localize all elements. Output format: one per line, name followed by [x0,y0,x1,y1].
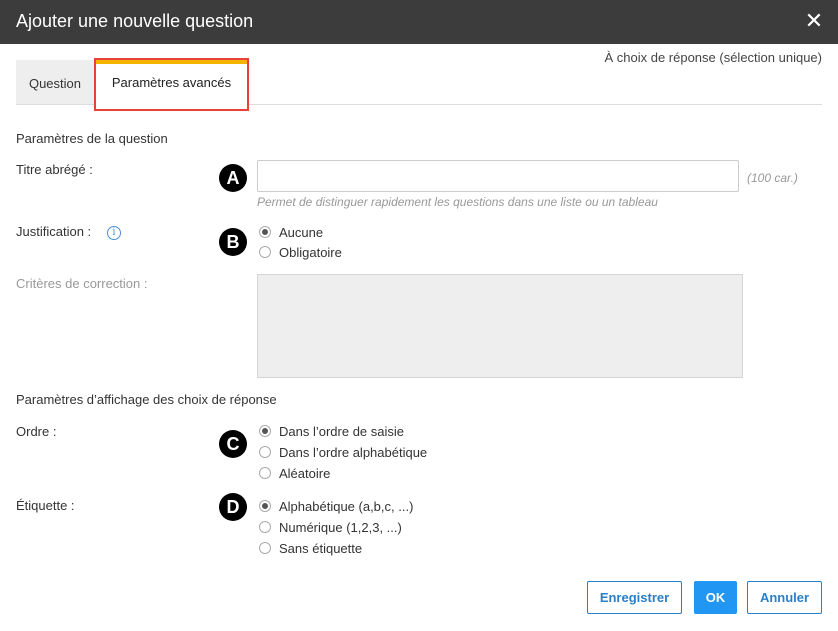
short-title-char-limit: (100 car.) [747,171,798,185]
order-label: Ordre : [16,424,57,439]
order-option-alphabetical[interactable]: Dans l’ordre alphabétique [259,443,427,461]
tab-advanced-settings[interactable]: Paramètres avancés [94,58,249,111]
marker-d: D [219,493,247,521]
question-settings-heading: Paramètres de la question [16,131,168,146]
cancel-button[interactable]: Annuler [747,581,822,614]
marker-b: B [219,228,247,256]
marker-a: A [219,164,247,192]
marker-c: C [219,430,247,458]
correction-criteria-label: Critères de correction : [16,276,148,291]
justification-option-none[interactable]: Aucune [259,223,323,241]
radio-button[interactable] [259,446,271,458]
radio-label: Sans étiquette [279,540,363,556]
save-button[interactable]: Enregistrer [587,581,682,614]
radio-button[interactable] [259,542,271,554]
justification-option-required[interactable]: Obligatoire [259,243,342,261]
short-title-input[interactable] [257,160,739,192]
short-title-label: Titre abrégé : [16,162,93,177]
radio-label: Alphabétique (a,b,c, ...) [279,498,414,514]
dialog-title: Ajouter une nouvelle question [16,11,254,31]
radio-button[interactable] [259,521,271,533]
label-option-none[interactable]: Sans étiquette [259,539,362,557]
ok-button[interactable]: OK [694,581,737,614]
justification-label: Justification : [16,224,92,239]
correction-criteria-textarea [257,274,743,378]
radio-button[interactable] [259,226,271,238]
close-icon[interactable]: ✕ [804,10,824,32]
tab-active-accent [96,60,247,64]
radio-label: Dans l’ordre de saisie [279,423,405,439]
order-option-entry[interactable]: Dans l’ordre de saisie [259,422,404,440]
display-settings-heading: Paramètres d’affichage des choix de répo… [16,392,277,407]
radio-label: Aléatoire [279,465,331,481]
tab-question[interactable]: Question [16,60,94,104]
order-option-random[interactable]: Aléatoire [259,464,330,482]
radio-label: Dans l’ordre alphabétique [279,444,428,460]
radio-label: Numérique (1,2,3, ...) [279,519,402,535]
label-option-numeric[interactable]: Numérique (1,2,3, ...) [259,518,402,536]
dialog-titlebar: Ajouter une nouvelle question ✕ [0,0,838,44]
tab-bar: Question Paramètres avancés [16,58,822,111]
tab-advanced-settings-label: Paramètres avancés [111,75,232,90]
radio-button[interactable] [259,467,271,479]
info-icon[interactable]: i [107,226,121,240]
short-title-help: Permet de distinguer rapidement les ques… [257,195,658,209]
radio-label: Aucune [279,224,324,240]
label-type-label: Étiquette : [16,498,75,513]
label-option-alphabetic[interactable]: Alphabétique (a,b,c, ...) [259,497,413,515]
radio-button[interactable] [259,500,271,512]
radio-label: Obligatoire [279,244,342,260]
radio-button[interactable] [259,425,271,437]
radio-button[interactable] [259,246,271,258]
